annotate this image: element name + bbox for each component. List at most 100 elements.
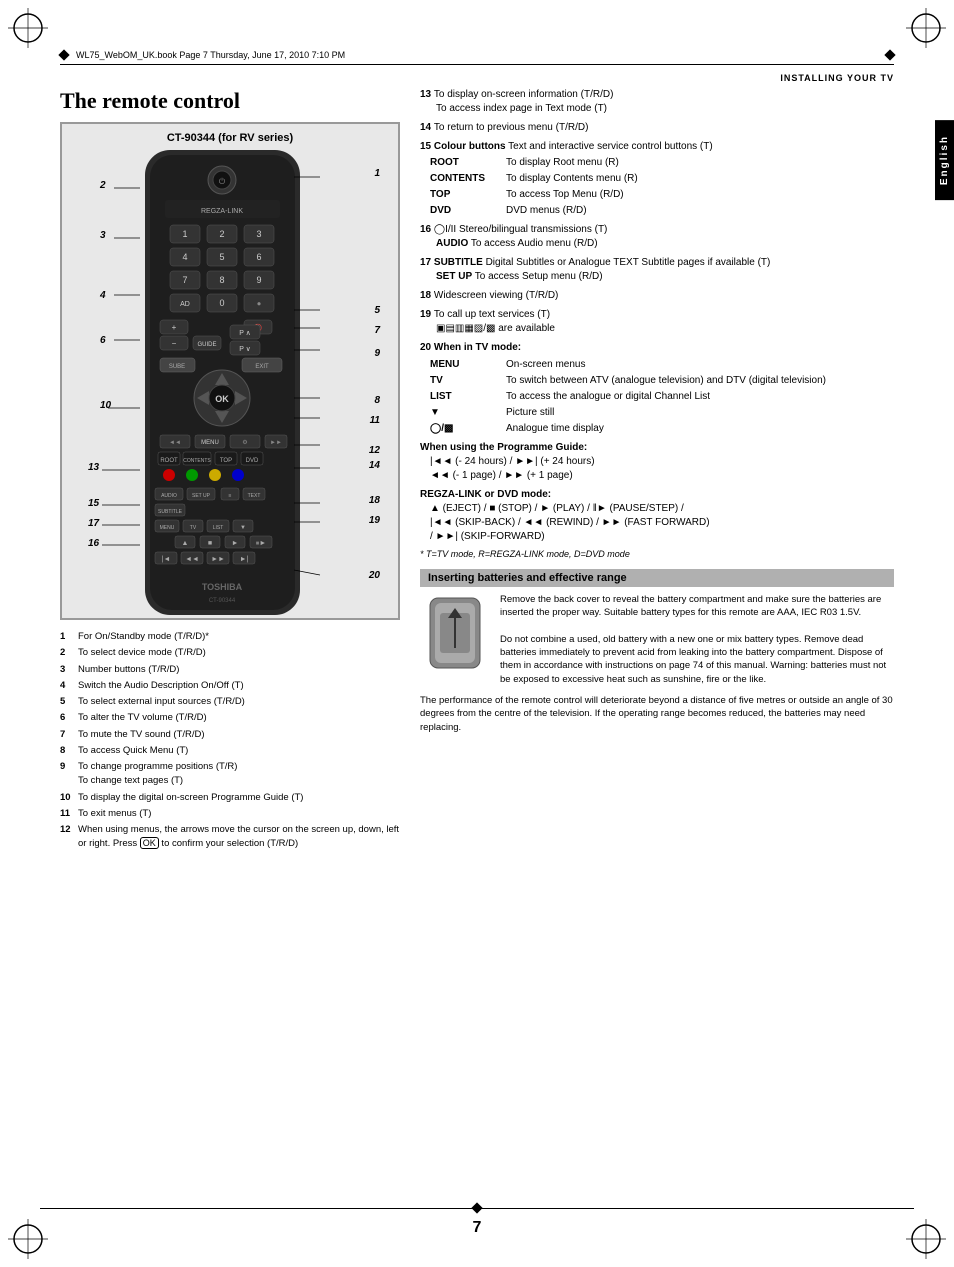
page-title: The remote control <box>60 88 400 114</box>
svg-text:6: 6 <box>256 252 261 262</box>
battery-content: Remove the back cover to reveal the batt… <box>420 593 894 686</box>
svg-text:AD: AD <box>180 301 190 308</box>
list-item: 9 To change programme positions (T/R)To … <box>60 760 400 789</box>
svg-text:EXIT: EXIT <box>255 364 269 370</box>
right-item-13: 13 To display on-screen information (T/R… <box>420 88 894 116</box>
svg-text:9: 9 <box>256 275 261 285</box>
list-item: 4 Switch the Audio Description On/Off (T… <box>60 679 400 693</box>
right-column: 13 To display on-screen information (T/R… <box>420 88 894 854</box>
svg-text:SUBTITLE: SUBTITLE <box>158 509 183 515</box>
svg-text:CT-90344: CT-90344 <box>209 598 236 604</box>
svg-text:►: ► <box>232 540 239 547</box>
right-item-19: 19 To call up text services (T) ▣▤▥▦▨/▩ … <box>420 308 894 336</box>
english-tab: English <box>935 120 954 200</box>
right-item-15: 15 Colour buttons Text and interactive s… <box>420 140 894 218</box>
numbered-list-left: 1 For On/Standby mode (T/R/D)* 2 To sele… <box>60 630 400 852</box>
bottom-diamond <box>471 1202 482 1213</box>
label-7: 7 <box>374 325 380 336</box>
label-11: 11 <box>370 415 380 426</box>
svg-text:CONTENTS: CONTENTS <box>183 458 211 464</box>
label-5: 5 <box>374 305 380 316</box>
list-item: 3 Number buttons (T/R/D) <box>60 663 400 677</box>
svg-text:1: 1 <box>182 229 187 239</box>
corner-mark-tr <box>906 8 946 48</box>
right-item-16: 16 ◯I/II Stereo/bilingual transmissions … <box>420 223 894 251</box>
header-text: WL75_WebOM_UK.book Page 7 Thursday, June… <box>76 50 345 60</box>
right-item-20: 20 When in TV mode: MENUOn-screen menus … <box>420 341 894 436</box>
label-3: 3 <box>100 230 106 241</box>
svg-text:GUIDE: GUIDE <box>197 342 216 348</box>
svg-text:REGZA-LINK: REGZA-LINK <box>201 208 243 215</box>
label-19: 19 <box>369 515 380 526</box>
label-20: 20 <box>369 570 380 581</box>
label-10: 10 <box>100 400 111 411</box>
list-item: 2 To select device mode (T/R/D) <box>60 646 400 660</box>
list-item: 12 When using menus, the arrows move the… <box>60 823 400 852</box>
svg-text:|◄: |◄ <box>162 556 171 563</box>
remote-image-area: 2 3 4 6 10 13 15 17 16 1 5 7 9 8 11 12 <box>70 150 390 610</box>
header: WL75_WebOM_UK.book Page 7 Thursday, June… <box>60 50 894 65</box>
left-column: The remote control CT-90344 (for RV seri… <box>60 88 400 854</box>
regza-section: REGZA-LINK or DVD mode: ▲ (EJECT) / ■ (S… <box>420 488 894 544</box>
svg-text:P ∨: P ∨ <box>239 346 251 353</box>
svg-text:5: 5 <box>219 252 224 262</box>
svg-text:0: 0 <box>219 298 224 308</box>
footnote: * T=TV mode, R=REGZA-LINK mode, D=DVD mo… <box>420 549 894 559</box>
corner-mark-bl <box>8 1219 48 1259</box>
svg-text:MENU: MENU <box>201 440 219 446</box>
label-9: 9 <box>374 348 380 359</box>
label-2: 2 <box>100 180 106 191</box>
label-1: 1 <box>374 168 380 179</box>
list-item: 1 For On/Standby mode (T/R/D)* <box>60 630 400 644</box>
label-18: 18 <box>369 495 380 506</box>
label-15: 15 <box>88 498 99 509</box>
page-number: 7 <box>473 1219 482 1237</box>
svg-text:7: 7 <box>182 275 187 285</box>
svg-text:⚙: ⚙ <box>242 439 247 446</box>
right-item-17: 17 SUBTITLE Digital Subtitles or Analogu… <box>420 256 894 284</box>
corner-mark-br <box>906 1219 946 1259</box>
main-content: The remote control CT-90344 (for RV seri… <box>60 88 894 854</box>
svg-text:►►: ►► <box>270 440 282 446</box>
svg-text:▼: ▼ <box>240 525 246 531</box>
svg-text:►|: ►| <box>240 556 249 563</box>
svg-text:SUBE: SUBE <box>169 364 185 370</box>
label-8-11: 8 <box>374 395 380 406</box>
svg-text:AUDIO: AUDIO <box>161 493 177 499</box>
list-item: 6 To alter the TV volume (T/R/D) <box>60 711 400 725</box>
svg-text:2: 2 <box>219 229 224 239</box>
battery-section-title: Inserting batteries and effective range <box>420 569 894 587</box>
bottom-line <box>40 1208 914 1217</box>
header-diamond-right <box>884 49 895 60</box>
svg-text:SET UP: SET UP <box>192 493 211 499</box>
label-12: 12 <box>369 445 380 456</box>
label-16: 16 <box>88 538 99 549</box>
svg-text:TEXT: TEXT <box>248 493 261 499</box>
svg-text:TOP: TOP <box>220 458 232 464</box>
right-item-14: 14 To return to previous menu (T/R/D) <box>420 121 894 135</box>
battery-image <box>420 593 490 676</box>
label-4: 4 <box>100 290 106 301</box>
svg-text:TOSHIBA: TOSHIBA <box>202 582 243 592</box>
svg-text:3: 3 <box>256 229 261 239</box>
label-13: 13 <box>88 462 99 473</box>
svg-text:P ∧: P ∧ <box>239 330 251 337</box>
svg-text:⏸►: ⏸► <box>256 540 266 547</box>
svg-text:≡: ≡ <box>229 493 232 499</box>
svg-text:DVD: DVD <box>246 458 259 464</box>
svg-text:■: ■ <box>208 540 212 547</box>
list-item: 7 To mute the TV sound (T/R/D) <box>60 728 400 742</box>
svg-text:ROOT: ROOT <box>160 458 178 464</box>
svg-text:⏻: ⏻ <box>219 177 226 186</box>
remote-model: CT-90344 (for RV series) <box>70 132 390 144</box>
list-item: 8 To access Quick Menu (T) <box>60 744 400 758</box>
remote-box: CT-90344 (for RV series) 2 3 4 6 10 13 1… <box>60 122 400 620</box>
label-14: 14 <box>369 460 380 471</box>
list-item: 11 To exit menus (T) <box>60 807 400 821</box>
battery-text: Remove the back cover to reveal the batt… <box>500 593 894 686</box>
list-item: 10 To display the digital on-screen Prog… <box>60 791 400 805</box>
svg-text:8: 8 <box>219 275 224 285</box>
label-17: 17 <box>88 518 99 529</box>
svg-text:4: 4 <box>182 252 187 262</box>
corner-mark-tl <box>8 8 48 48</box>
